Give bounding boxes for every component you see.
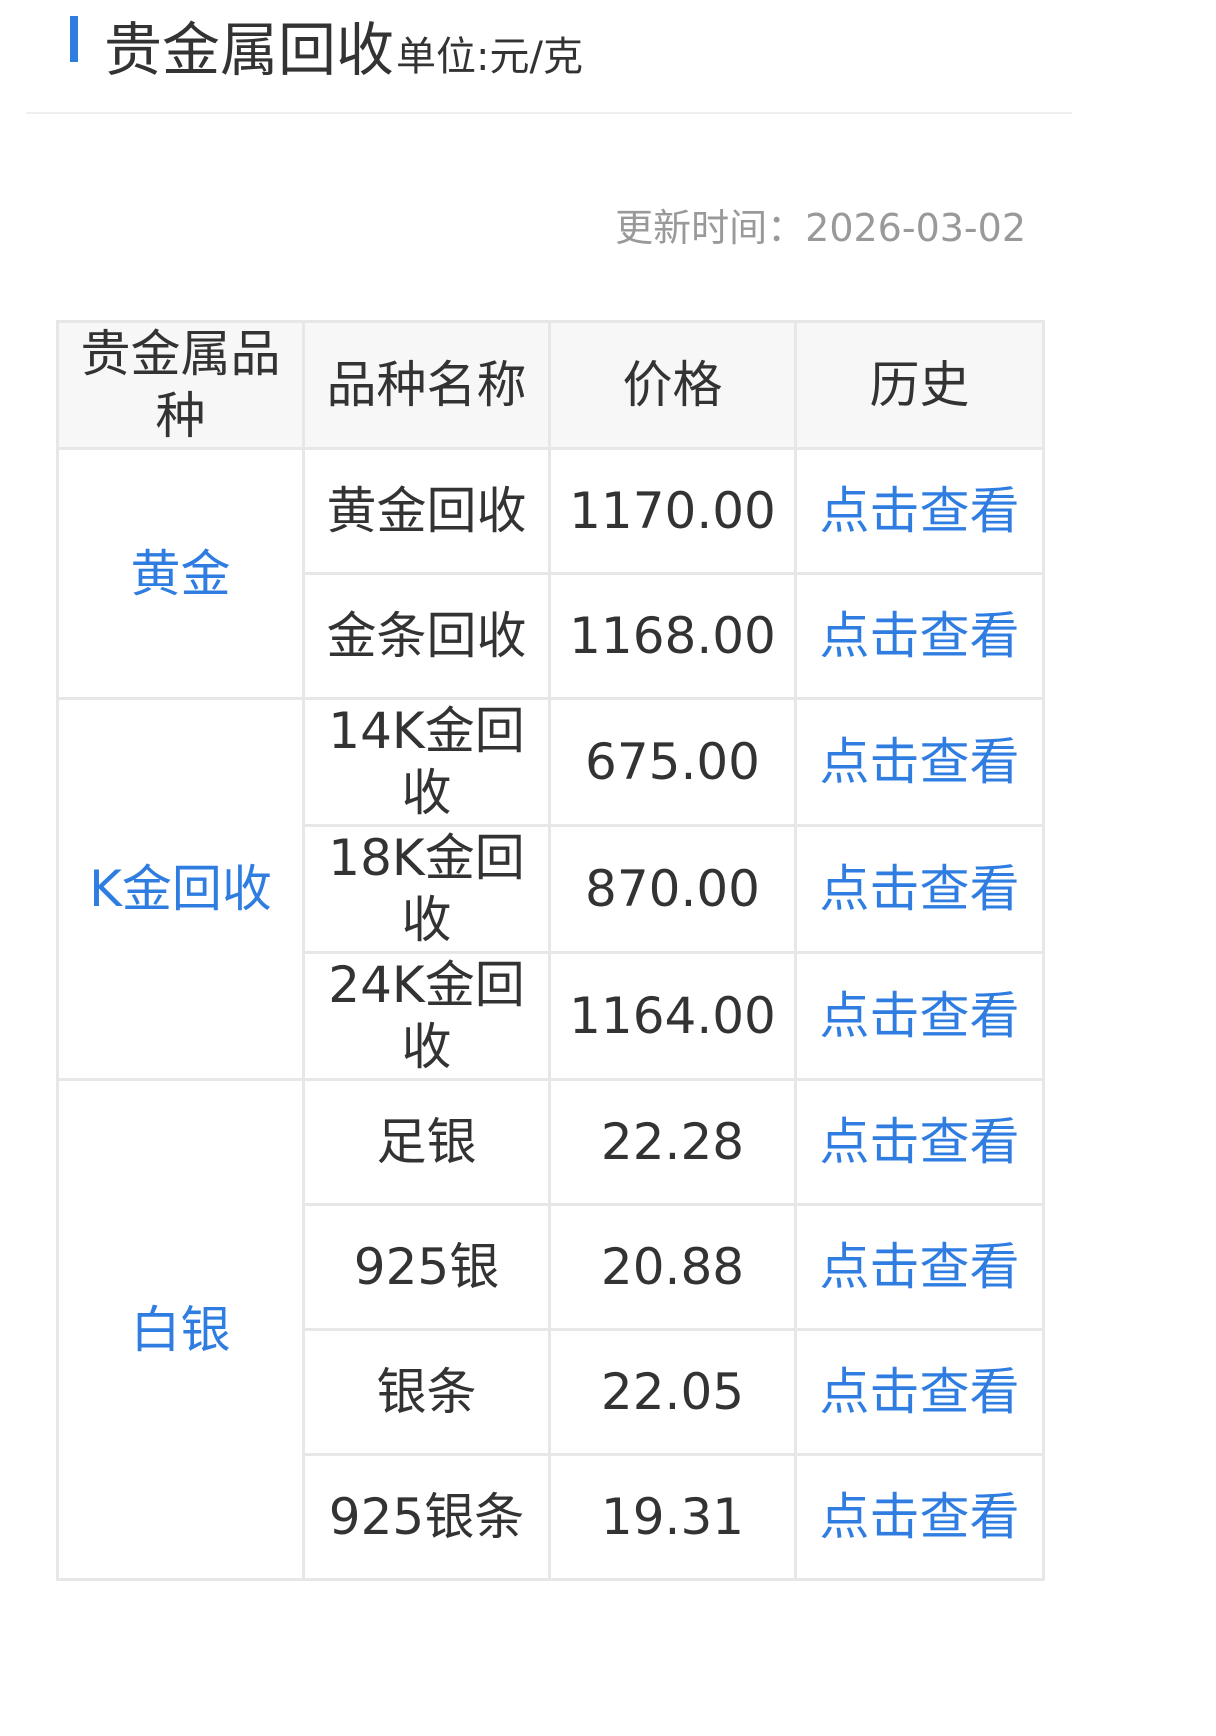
history-link[interactable]: 点击查看 — [794, 1203, 1045, 1331]
item-name-cell: 黄金回收 — [302, 447, 551, 575]
table-row: K金回收 14K金回收 675.00 点击查看 — [56, 697, 1045, 1081]
table-row: 白银 足银 22.28 点击查看 — [56, 1078, 1045, 1581]
item-name-cell: 银条 — [302, 1328, 551, 1456]
history-link[interactable]: 点击查看 — [794, 1328, 1045, 1456]
price-cell: 1168.00 — [548, 572, 797, 700]
col-header-category: 贵金属品种 — [56, 320, 305, 450]
price-cell: 1164.00 — [548, 951, 797, 1081]
history-link[interactable]: 点击查看 — [794, 572, 1045, 700]
section-title: 贵金属回收单位:元/克 — [104, 14, 583, 93]
section-title-text: 贵金属回收 — [104, 16, 395, 84]
price-cell: 19.31 — [548, 1453, 797, 1581]
category-cell-gold[interactable]: 黄金 — [56, 447, 305, 700]
category-cell-k-gold[interactable]: K金回收 — [56, 697, 305, 1081]
price-cell: 22.28 — [548, 1078, 797, 1206]
price-cell: 22.05 — [548, 1328, 797, 1456]
history-link[interactable]: 点击查看 — [794, 1453, 1045, 1581]
item-name-cell: 14K金回收 — [302, 697, 551, 827]
history-link[interactable]: 点击查看 — [794, 697, 1045, 827]
history-link[interactable]: 点击查看 — [794, 1078, 1045, 1206]
update-time: 更新时间：2026-03-02 — [615, 202, 1026, 254]
update-time-label: 更新时间： — [615, 206, 806, 250]
update-time-value: 2026-03-02 — [805, 206, 1026, 250]
item-name-cell: 925银条 — [302, 1453, 551, 1581]
table-row: 黄金 黄金回收 1170.00 点击查看 — [56, 447, 1045, 700]
col-header-history: 历史 — [794, 320, 1045, 450]
history-link[interactable]: 点击查看 — [794, 824, 1045, 954]
title-accent-bar — [70, 16, 78, 62]
item-name-cell: 925银 — [302, 1203, 551, 1331]
category-cell-silver[interactable]: 白银 — [56, 1078, 305, 1581]
history-link[interactable]: 点击查看 — [794, 951, 1045, 1081]
price-table: 贵金属品种 品种名称 价格 历史 黄金 黄金回收 1170.00 点击查看 金条… — [56, 320, 1045, 1581]
col-header-name: 品种名称 — [302, 320, 551, 450]
price-cell: 20.88 — [548, 1203, 797, 1331]
item-name-cell: 金条回收 — [302, 572, 551, 700]
header-divider — [26, 112, 1072, 114]
item-name-cell: 足银 — [302, 1078, 551, 1206]
item-name-cell: 24K金回收 — [302, 951, 551, 1081]
price-cell: 675.00 — [548, 697, 797, 827]
table-header-row: 贵金属品种 品种名称 价格 历史 — [56, 320, 1045, 450]
col-header-price: 价格 — [548, 320, 797, 450]
history-link[interactable]: 点击查看 — [794, 447, 1045, 575]
unit-label: 单位:元/克 — [396, 34, 583, 80]
price-cell: 870.00 — [548, 824, 797, 954]
item-name-cell: 18K金回收 — [302, 824, 551, 954]
section-header: 贵金属回收单位:元/克 — [0, 0, 1108, 112]
price-cell: 1170.00 — [548, 447, 797, 575]
